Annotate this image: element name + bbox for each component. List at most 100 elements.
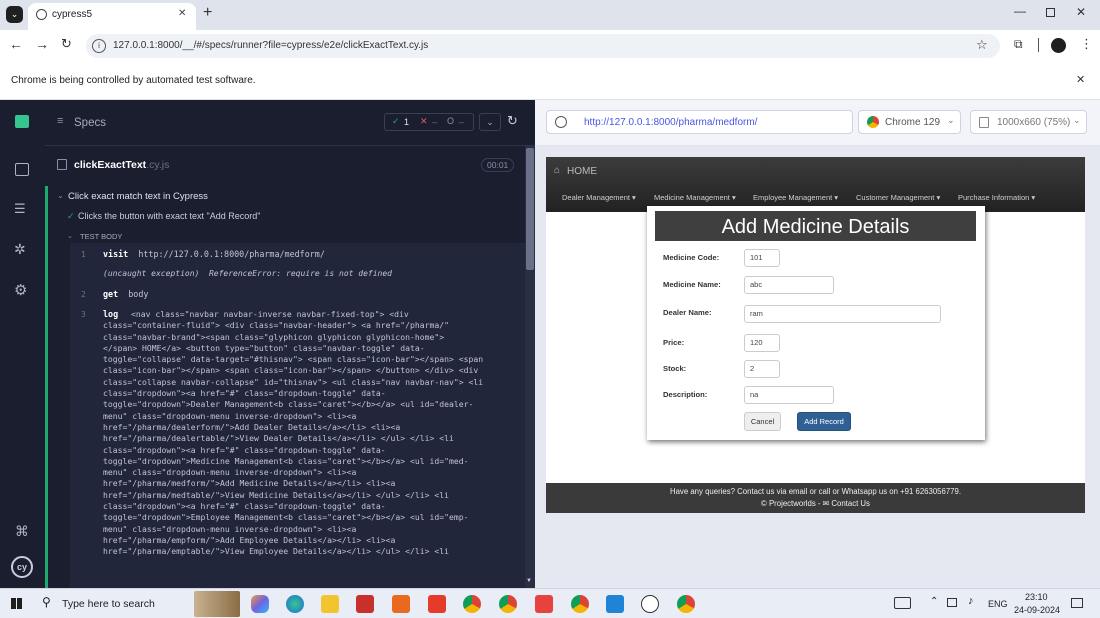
- settings-icon[interactable]: ⚙: [14, 281, 27, 299]
- keyboard-shortcuts-icon[interactable]: ⌘: [15, 523, 29, 540]
- minimize-icon[interactable]: —: [1014, 4, 1026, 18]
- stock-input[interactable]: 2: [744, 360, 780, 378]
- cypress-favicon-icon: [36, 9, 47, 20]
- description-input[interactable]: na: [744, 386, 834, 404]
- automation-infobar: Chrome is being controlled by automated …: [0, 62, 1100, 100]
- divider: [1038, 38, 1039, 52]
- failed-count: –: [432, 117, 438, 127]
- clock-date[interactable]: 24-09-2024: [1014, 605, 1060, 615]
- price-label: Price:: [663, 338, 685, 347]
- test-title[interactable]: Clicks the button with exact text "Add R…: [78, 211, 260, 221]
- medicine-name-input[interactable]: abc: [744, 276, 834, 294]
- uncaught-exception[interactable]: (uncaught exception) ReferenceError: req…: [103, 269, 392, 278]
- back-icon[interactable]: ←: [9, 36, 23, 52]
- notifications-icon[interactable]: [1071, 598, 1083, 608]
- specs-icon[interactable]: [15, 163, 29, 176]
- restore-icon[interactable]: [1046, 8, 1055, 17]
- command-number: 1: [81, 250, 86, 259]
- selector-playground-icon[interactable]: [555, 116, 567, 128]
- app-navbar: ⌂ HOME Dealer Management ▾ Medicine Mana…: [546, 157, 1085, 212]
- infobar-close-icon[interactable]: ✕: [1076, 73, 1085, 86]
- sublime-text-icon[interactable]: [392, 595, 410, 613]
- suite-chevron-icon[interactable]: ⌄: [57, 191, 64, 200]
- chevron-down-icon: ⌄: [947, 115, 955, 125]
- edge-icon[interactable]: [286, 595, 304, 613]
- new-tab-button[interactable]: +: [203, 4, 212, 22]
- menu-employee-management[interactable]: Employee Management ▾: [753, 193, 838, 202]
- cypress-app-icon[interactable]: [641, 595, 659, 613]
- address-bar[interactable]: i 127.0.0.1:8000/__/#/specs/runner?file=…: [86, 34, 1000, 58]
- test-body-chevron-icon[interactable]: ⌄: [67, 232, 73, 240]
- clock-time[interactable]: 23:10: [1025, 592, 1048, 602]
- test-body-label: TEST BODY: [80, 232, 123, 241]
- network-icon[interactable]: [947, 598, 957, 607]
- widgets-icon[interactable]: [894, 597, 911, 609]
- scrollbar-thumb[interactable]: [526, 148, 534, 270]
- extensions-icon[interactable]: ⧉: [1014, 37, 1023, 52]
- project-icon[interactable]: [15, 115, 29, 128]
- app-red-icon[interactable]: [356, 595, 374, 613]
- app-iframe: ⌂ HOME Dealer Management ▾ Medicine Mana…: [546, 157, 1085, 513]
- failed-icon: ✕: [420, 116, 428, 126]
- footer-contact-text: Have any queries? Contact us via email o…: [669, 487, 962, 496]
- language-indicator[interactable]: ENG: [988, 599, 1008, 609]
- windows-start-icon[interactable]: [11, 598, 22, 609]
- viewport-select[interactable]: 1000x660 (75%) ⌄: [970, 110, 1087, 134]
- chevron-down-icon: ⌄: [1073, 115, 1081, 125]
- scroll-down-icon[interactable]: ▼: [526, 578, 532, 584]
- chrome-dev-icon[interactable]: [571, 595, 589, 613]
- copilot-icon[interactable]: [251, 595, 269, 613]
- price-input[interactable]: 120: [744, 334, 780, 352]
- menu-customer-management[interactable]: Customer Management ▾: [856, 193, 940, 202]
- suite-title[interactable]: Click exact match text in Cypress: [68, 191, 208, 202]
- anydesk-icon[interactable]: [428, 595, 446, 613]
- close-window-icon[interactable]: ✕: [1076, 5, 1086, 19]
- menu-medicine-management[interactable]: Medicine Management ▾: [654, 193, 736, 202]
- bookmark-star-icon[interactable]: ☆: [976, 37, 988, 53]
- specs-list-icon[interactable]: ≡: [57, 115, 63, 127]
- command-number: 3: [81, 310, 86, 319]
- medicine-code-label: Medicine Code:: [663, 253, 720, 262]
- add-record-button[interactable]: Add Record: [797, 412, 851, 431]
- profile-icon[interactable]: [1051, 38, 1066, 53]
- taskbar-search-icon[interactable]: ⚲: [42, 595, 51, 609]
- dealer-name-label: Dealer Name:: [663, 308, 712, 317]
- tab-search-button[interactable]: ⌄: [6, 6, 23, 23]
- menu-purchase-information[interactable]: Purchase Information ▾: [958, 193, 1035, 202]
- runs-icon[interactable]: ☰: [14, 201, 26, 217]
- specs-title[interactable]: Specs: [74, 117, 106, 129]
- system-tray-chevron-icon[interactable]: ⌃: [930, 596, 938, 607]
- cancel-button[interactable]: Cancel: [744, 412, 781, 431]
- chrome-active-icon[interactable]: [677, 595, 695, 613]
- chrome-profile-icon[interactable]: [499, 595, 517, 613]
- command-row[interactable]: get body: [103, 289, 148, 299]
- footer-links[interactable]: © Projectworlds - ✉ Contact Us: [546, 499, 1085, 508]
- viewport-label: 1000x660 (75%): [997, 117, 1071, 128]
- brand-link[interactable]: HOME: [567, 166, 597, 177]
- log-output: <nav class="navbar navbar-inverse navbar…: [103, 309, 484, 557]
- file-explorer-icon[interactable]: [321, 595, 339, 613]
- tab-cypress5[interactable]: cypress5 ✕: [28, 3, 196, 30]
- chrome-icon[interactable]: [463, 595, 481, 613]
- command-row[interactable]: visit http://127.0.0.1:8000/pharma/medfo…: [103, 249, 325, 259]
- dealer-name-input[interactable]: ram: [744, 305, 941, 323]
- aut-url-bar[interactable]: http://127.0.0.1:8000/pharma/medform/: [546, 110, 853, 134]
- tab-close-icon[interactable]: ✕: [178, 8, 186, 19]
- menu-dealer-management[interactable]: Dealer Management ▾: [562, 193, 636, 202]
- test-pass-icon: ✓: [67, 211, 75, 221]
- collapse-chevron-icon[interactable]: ⌄: [479, 113, 501, 131]
- site-info-icon[interactable]: i: [92, 39, 106, 53]
- brave-icon[interactable]: [535, 595, 553, 613]
- browser-label: Chrome 129: [885, 117, 941, 128]
- taskbar-search-input[interactable]: Type here to search: [62, 598, 155, 610]
- vscode-icon[interactable]: [606, 595, 624, 613]
- reload-icon[interactable]: ↻: [61, 36, 72, 52]
- menu-kebab-icon[interactable]: ⋮: [1080, 36, 1093, 52]
- browser-select[interactable]: Chrome 129 ⌄: [858, 110, 961, 134]
- debug-icon[interactable]: ✲: [14, 241, 26, 258]
- rerun-icon[interactable]: ↻: [507, 113, 518, 129]
- volume-icon[interactable]: ♪: [968, 595, 974, 607]
- medicine-code-input[interactable]: 101: [744, 249, 780, 267]
- forward-icon[interactable]: →: [35, 36, 49, 52]
- pending-count: –: [459, 117, 465, 127]
